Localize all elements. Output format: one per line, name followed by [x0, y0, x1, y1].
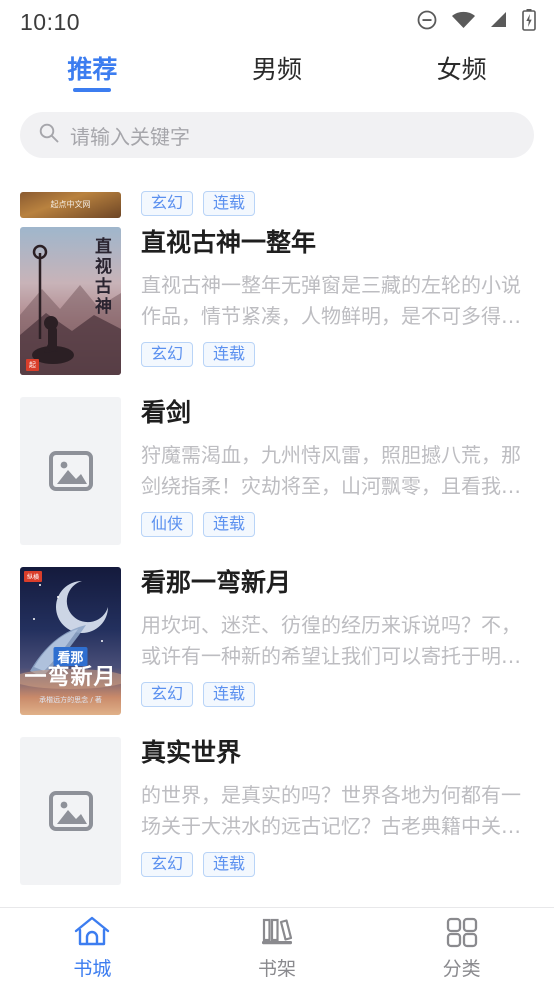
- tag-genre[interactable]: 玄幻: [141, 681, 194, 707]
- book-tags: 玄幻 连载: [141, 681, 534, 707]
- tag-status[interactable]: 连载: [203, 851, 256, 877]
- do-not-disturb-icon: [416, 9, 438, 35]
- status-icon-group: [416, 9, 536, 35]
- book-meta: 看剑 狩魔需渴血，九州恃风雷，照胆撼八荒，那剑绕指柔！灾劫将至，山河飘零，且看我…: [141, 397, 534, 549]
- list-item[interactable]: 真实世界 的世界，是真实的吗？世界各地为何都有一场关于大洪水的远古记忆？古老典籍…: [20, 728, 534, 898]
- book-list[interactable]: 起点中文网 玄幻 连载 直视古神 起 直视古神一整年 直视古神一整年无弹窗是三藏…: [0, 170, 554, 907]
- nav-item-bookshelf-label: 书架: [258, 957, 297, 980]
- list-item[interactable]: 看那 一弯新月 承楷远方的思念 / 著 纵横 看那一弯新月 用坎坷、迷茫、彷徨的…: [20, 558, 534, 728]
- book-meta: 真实世界 的世界，是真实的吗？世界各地为何都有一场关于大洪水的远古记忆？古老典籍…: [141, 737, 534, 889]
- app-screen: 10:10 推荐 男频 女频 请输入关键字 起点中文网 玄幻 连载 直视古神 起…: [0, 0, 554, 985]
- grid-icon: [444, 915, 480, 953]
- book-cover: 看那 一弯新月 承楷远方的思念 / 著 纵横: [20, 567, 121, 715]
- tab-female-channel-label: 女频: [436, 54, 487, 84]
- tab-recommend[interactable]: 推荐: [0, 44, 185, 104]
- tab-male-channel-label: 男频: [252, 54, 303, 84]
- tab-active-indicator: [73, 87, 112, 92]
- home-icon: [73, 915, 111, 953]
- search-bar[interactable]: 请输入关键字: [20, 112, 534, 158]
- tag-genre[interactable]: 玄幻: [141, 341, 194, 367]
- cover-badge: 起: [26, 359, 39, 371]
- tag-status[interactable]: 连载: [203, 191, 256, 216]
- search-icon: [38, 122, 60, 148]
- tag-status[interactable]: 连载: [203, 681, 256, 707]
- nav-item-category[interactable]: 分类: [369, 915, 554, 979]
- book-cover-placeholder: [20, 737, 121, 885]
- nav-item-bookshelf[interactable]: 书架: [185, 915, 370, 979]
- tag-genre[interactable]: 仙侠: [141, 511, 194, 537]
- book-meta: 直视古神一整年 直视古神一整年无弹窗是三藏的左轮的小说作品，情节紧凑，人物鲜明，…: [141, 227, 534, 379]
- book-tags: 玄幻 连载: [141, 191, 534, 216]
- image-placeholder-icon: [48, 791, 93, 831]
- tab-female-channel[interactable]: 女频: [369, 44, 554, 104]
- tag-status[interactable]: 连载: [203, 341, 256, 367]
- bookshelf-icon: [258, 915, 296, 953]
- status-bar: 10:10: [0, 0, 554, 44]
- nav-item-category-label: 分类: [442, 957, 481, 980]
- book-description: 的世界，是真实的吗？世界各地为何都有一场关于大洪水的远古记忆？古老典籍中关…: [141, 782, 521, 838]
- book-cover: 直视古神 起: [20, 227, 121, 375]
- tab-recommend-label: 推荐: [67, 54, 118, 84]
- book-tags: 玄幻 连载: [141, 851, 534, 877]
- book-cover: 起点中文网: [20, 192, 121, 218]
- list-item[interactable]: 起点中文网 玄幻 连载: [20, 170, 534, 218]
- tab-inactive-indicator: [258, 88, 296, 92]
- book-title: 看剑: [141, 399, 192, 427]
- status-time: 10:10: [20, 8, 81, 35]
- list-item[interactable]: 直视古神 起 直视古神一整年 直视古神一整年无弹窗是三藏的左轮的小说作品，情节紧…: [20, 218, 534, 388]
- tab-inactive-indicator: [443, 88, 481, 92]
- cover-watermark: 起点中文网: [50, 200, 91, 209]
- book-meta: 玄幻 连载: [141, 191, 534, 218]
- book-title: 直视古神一整年: [141, 229, 317, 257]
- wifi-icon: [451, 10, 476, 34]
- cellular-signal-icon: [489, 10, 509, 34]
- book-meta: 看那一弯新月 用坎坷、迷茫、彷徨的经历来诉说吗？不，或许有一种新的希望让我们可以…: [141, 567, 534, 719]
- book-description: 直视古神一整年无弹窗是三藏的左轮的小说作品，情节紧凑，人物鲜明，是不可多得…: [141, 272, 521, 328]
- image-placeholder-icon: [48, 451, 93, 491]
- search-section: 请输入关键字: [0, 104, 554, 170]
- tab-male-channel[interactable]: 男频: [185, 44, 370, 104]
- nav-item-bookstore-label: 书城: [73, 957, 112, 980]
- book-title: 看那一弯新月: [141, 569, 292, 597]
- cover-title-text: 直视古神: [91, 237, 111, 317]
- bottom-navigation-bar: 书城 书架 分类: [0, 907, 554, 985]
- book-cover-placeholder: [20, 397, 121, 545]
- nav-item-bookstore[interactable]: 书城: [0, 915, 185, 979]
- book-description: 狩魔需渴血，九州恃风雷，照胆撼八荒，那剑绕指柔！灾劫将至，山河飘零，且看我…: [141, 442, 521, 498]
- tag-genre[interactable]: 玄幻: [141, 191, 194, 216]
- tag-status[interactable]: 连载: [203, 511, 256, 537]
- cover-artwork: [20, 567, 121, 715]
- cover-title-text: 看那 一弯新月: [20, 646, 121, 689]
- book-title: 真实世界: [141, 739, 242, 767]
- search-input[interactable]: 请输入关键字: [70, 121, 190, 150]
- cover-author: 承楷远方的思念 / 著: [39, 696, 102, 704]
- book-tags: 玄幻 连载: [141, 341, 534, 367]
- book-description: 用坎坷、迷茫、彷徨的经历来诉说吗？不，或许有一种新的希望让我们可以寄托于明…: [141, 612, 521, 668]
- list-item[interactable]: 看剑 狩魔需渴血，九州恃风雷，照胆撼八荒，那剑绕指柔！灾劫将至，山河飘零，且看我…: [20, 388, 534, 558]
- book-tags: 仙侠 连载: [141, 511, 534, 537]
- cover-badge: 纵横: [24, 571, 43, 582]
- top-tab-bar: 推荐 男频 女频: [0, 44, 554, 104]
- tag-genre[interactable]: 玄幻: [141, 851, 194, 877]
- battery-charging-icon: [522, 9, 536, 35]
